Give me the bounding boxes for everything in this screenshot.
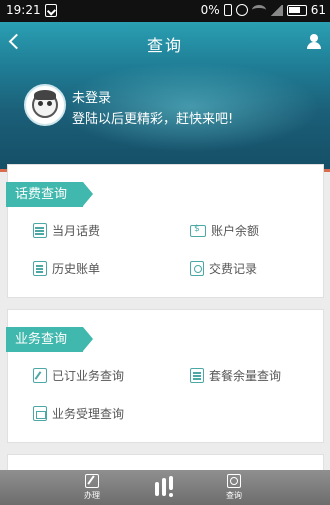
avatar[interactable] (24, 84, 66, 126)
status-right: 0% 61 (201, 3, 326, 17)
section-title: 话费查询 (6, 182, 94, 207)
tab-query[interactable]: 查询 (204, 470, 264, 505)
user-icon-head (310, 34, 318, 42)
avatar-eye-left (38, 101, 43, 106)
user-icon[interactable] (306, 34, 322, 50)
item-monthly-fee[interactable]: 当月话费 (33, 222, 100, 239)
avatar-hair (34, 90, 56, 100)
section-title: 业务查询 (6, 327, 94, 352)
logo-dot (169, 493, 173, 497)
page-title: 查询 (146, 36, 183, 55)
payment-record-icon (190, 261, 204, 276)
notification-icon (45, 4, 57, 17)
tab-home[interactable] (135, 470, 195, 505)
wallet-icon (190, 224, 206, 237)
logo-bar (155, 482, 159, 496)
user-icon-body (307, 42, 321, 49)
item-business-acceptance[interactable]: 业务受理查询 (33, 405, 124, 422)
section-business-query: 业务查询 已订业务查询 套餐余量查询 业务受理查询 (6, 309, 324, 443)
logo-bar (162, 478, 166, 496)
item-label: 历史账单 (52, 262, 101, 276)
wifi-icon (251, 5, 266, 15)
edit-icon (33, 368, 47, 383)
header: 查询 未登录 登陆以后更精彩，赶快来吧! (0, 22, 330, 172)
header-glow (60, 62, 320, 152)
item-payment-record[interactable]: 交费记录 (190, 260, 257, 277)
vibrate-icon (223, 4, 232, 16)
item-label: 交费记录 (209, 262, 258, 276)
item-label: 套餐余量查询 (209, 369, 282, 383)
logo-bar (169, 476, 173, 490)
status-percent: 0% (200, 3, 220, 17)
tab-label: 查询 (226, 491, 242, 500)
login-status[interactable]: 未登录 (72, 87, 111, 106)
section-bill-query: 话费查询 当月话费 账户余额 历史账单 交费记录 (6, 164, 324, 298)
handle-icon (85, 474, 99, 488)
tab-handle[interactable]: 办理 (62, 470, 122, 505)
signal-icon (269, 4, 283, 16)
query-icon (227, 474, 241, 488)
tab-bar: 办理 查询 (0, 470, 330, 505)
avatar-eye-right (47, 101, 52, 106)
item-package-balance[interactable]: 套餐余量查询 (190, 367, 281, 384)
status-bar: 19:21 0% 61 (0, 0, 330, 22)
item-subscribed-business[interactable]: 已订业务查询 (33, 367, 124, 384)
alarm-icon (235, 4, 248, 16)
business-icon (33, 406, 47, 421)
status-time: 19:21 (6, 3, 41, 17)
item-label: 当月话费 (52, 224, 101, 238)
tab-label: 办理 (84, 491, 100, 500)
brand-logo-icon (153, 476, 177, 500)
list-icon (190, 368, 204, 383)
item-label: 业务受理查询 (52, 407, 125, 421)
battery-icon (286, 4, 307, 16)
item-label: 账户余额 (211, 224, 260, 238)
document-icon (33, 261, 47, 276)
login-tip: 登陆以后更精彩，赶快来吧! (72, 112, 234, 127)
item-label: 已订业务查询 (52, 369, 125, 383)
item-history-bill[interactable]: 历史账单 (33, 260, 100, 277)
battery-level: 61 (310, 3, 326, 17)
item-account-balance[interactable]: 账户余额 (190, 222, 259, 239)
calendar-icon (33, 223, 47, 238)
